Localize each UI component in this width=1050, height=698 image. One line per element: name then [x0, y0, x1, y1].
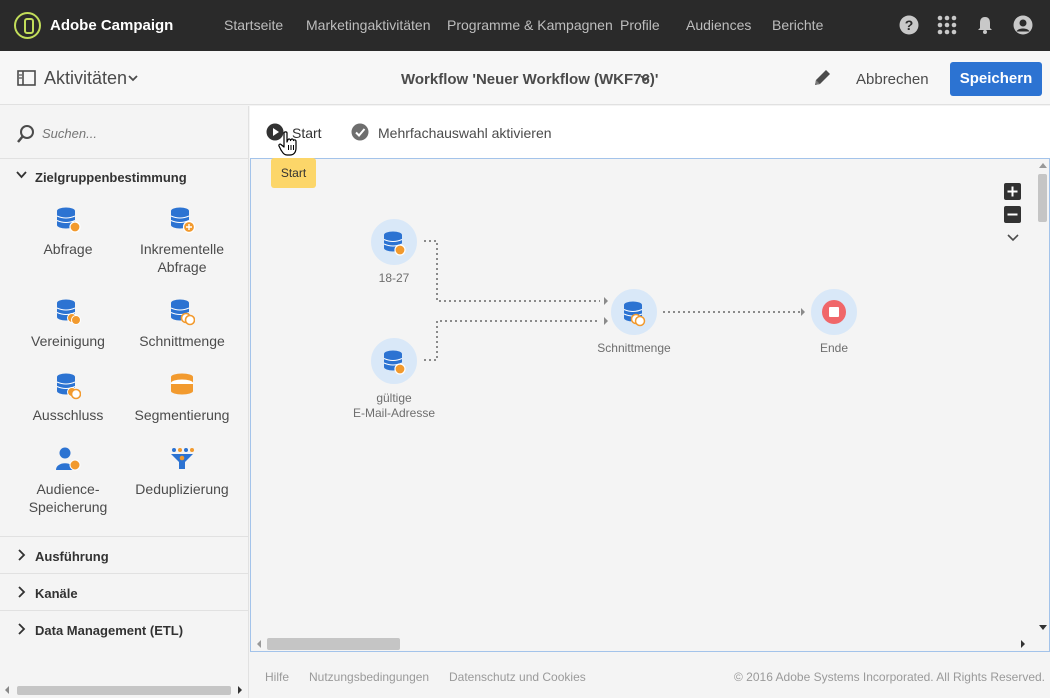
activity-segmentierung[interactable]: Segmentierung: [122, 372, 242, 424]
node-schnittmenge[interactable]: [609, 287, 659, 337]
workflow-header: Aktivitäten Workflow 'Neuer Workflow (WK…: [0, 51, 1050, 105]
nav-startseite[interactable]: Startseite: [224, 17, 283, 33]
help-icon[interactable]: ?: [899, 15, 919, 35]
activity-label: Vereinigung: [31, 333, 105, 349]
save-audience-icon: [56, 447, 81, 471]
activity-label: Segmentierung: [134, 407, 230, 423]
multiselect-toggle[interactable]: Mehrfachauswahl aktivieren: [378, 125, 552, 141]
section-label: Ausführung: [35, 549, 109, 564]
workflow-title[interactable]: Workflow 'Neuer Workflow (WKF76)': [401, 71, 658, 88]
footer-privacy-link[interactable]: Datenschutz und Cookies: [449, 670, 586, 684]
footer-copyright: © 2016 Adobe Systems Incorporated. All R…: [734, 670, 1046, 684]
connector-18-27-to-schnittmenge: [424, 240, 600, 302]
intersection-icon: [170, 299, 195, 326]
activity-label: Abfrage: [43, 241, 93, 257]
zoom-in-icon[interactable]: [1004, 183, 1022, 201]
chevron-down-icon[interactable]: [640, 75, 650, 82]
node-label-ende: Ende: [819, 341, 849, 355]
activity-schnittmenge[interactable]: Schnittmenge: [122, 298, 242, 350]
notifications-bell-icon[interactable]: [976, 15, 994, 35]
divider: [0, 610, 249, 611]
vertical-scroll-thumb[interactable]: [1038, 174, 1047, 222]
activity-label: Ausschluss: [32, 407, 104, 423]
horizontal-scroll-thumb[interactable]: [267, 638, 400, 650]
node-label-18-27: 18-27: [378, 271, 410, 285]
brand-name[interactable]: Adobe Campaign: [50, 17, 173, 34]
chevron-right-icon: [18, 623, 26, 635]
node-18-27[interactable]: [369, 217, 419, 267]
zoom-out-icon[interactable]: [1004, 206, 1022, 224]
divider: [0, 536, 249, 537]
segmentation-icon: [171, 373, 193, 395]
nav-berichte[interactable]: Berichte: [772, 17, 823, 33]
section-label: Data Management (ETL): [35, 623, 184, 638]
canvas-vertical-scrollbar[interactable]: [1036, 160, 1049, 635]
edit-pencil-icon[interactable]: [812, 68, 832, 88]
activity-vereinigung[interactable]: Vereinigung: [8, 298, 128, 350]
query-icon: [56, 207, 81, 233]
nav-marketingaktivitaeten[interactable]: Marketingaktivitäten: [306, 17, 431, 33]
chevron-right-icon: [18, 586, 26, 598]
activity-audience-speicherung[interactable]: Audience-Speicherung: [8, 446, 128, 516]
apps-grid-icon[interactable]: [937, 15, 957, 35]
activity-label: Deduplizierung: [135, 481, 229, 497]
nav-programme-kampagnen[interactable]: Programme & Kampagnen: [447, 17, 613, 33]
user-avatar-icon[interactable]: [1013, 15, 1033, 35]
connector-email-to-schnittmenge: [424, 320, 600, 361]
chevron-down-icon[interactable]: [128, 75, 138, 82]
activities-sidebar: Zielgruppenbestimmung Abfrage Inkremente…: [0, 106, 249, 698]
footer-terms-link[interactable]: Nutzungsbedingungen: [309, 670, 429, 684]
save-button[interactable]: Speichern: [950, 62, 1042, 96]
node-gueltige-email-adresse[interactable]: [369, 336, 419, 386]
chevron-right-icon: [18, 549, 26, 561]
adobe-campaign-logo-icon[interactable]: [14, 12, 41, 39]
section-label: Kanäle: [35, 586, 78, 601]
node-label-email-adresse: E-Mail-Adresse: [352, 406, 436, 420]
activity-inkrementelle-abfrage[interactable]: Inkrementelle Abfrage: [122, 206, 242, 276]
divider: [0, 158, 249, 159]
node-ende[interactable]: [809, 287, 859, 337]
nav-profile[interactable]: Profile: [620, 17, 660, 33]
activity-ausschluss[interactable]: Ausschluss: [8, 372, 128, 424]
chevron-down-icon: [16, 171, 27, 179]
nav-audiences[interactable]: Audiences: [686, 17, 751, 33]
section-label: Zielgruppenbestimmung: [35, 170, 187, 185]
sidebar-horizontal-scrollbar[interactable]: [0, 684, 249, 696]
union-icon: [56, 299, 81, 325]
activity-deduplizierung[interactable]: Deduplizierung: [122, 446, 242, 498]
start-tooltip: Start: [271, 158, 316, 188]
node-label-gueltige: gültige: [376, 391, 412, 405]
cancel-button[interactable]: Abbrechen: [856, 71, 929, 88]
search-icon: [17, 125, 34, 143]
arrow-head: [604, 297, 608, 305]
activity-abfrage[interactable]: Abfrage: [8, 206, 128, 258]
activities-dropdown[interactable]: Aktivitäten: [44, 68, 127, 89]
divider: [0, 573, 249, 574]
workflow-graph: [369, 217, 859, 386]
activity-label: Inkrementelle Abfrage: [139, 241, 225, 275]
footer: Hilfe Nutzungsbedingungen Datenschutz un…: [250, 653, 1050, 698]
activity-label: Schnittmenge: [139, 333, 225, 349]
check-circle-icon[interactable]: [351, 123, 371, 143]
arrow-head: [801, 308, 805, 316]
search-input[interactable]: [42, 126, 232, 141]
arrow-head: [604, 317, 608, 325]
node-label-schnittmenge: Schnittmenge: [597, 341, 671, 355]
hand-cursor-icon: [278, 131, 297, 156]
chevron-down-icon[interactable]: [1007, 234, 1019, 242]
deduplication-icon: [171, 448, 194, 469]
activity-label: Audience-Speicherung: [28, 481, 108, 515]
exclusion-icon: [56, 373, 81, 400]
footer-help-link[interactable]: Hilfe: [265, 670, 289, 684]
panel-toggle-icon[interactable]: [17, 70, 36, 86]
incremental-query-icon: [170, 207, 195, 234]
top-bar: Adobe Campaign Startseite Marketingaktiv…: [0, 0, 1050, 51]
svg-text:?: ?: [905, 17, 914, 33]
